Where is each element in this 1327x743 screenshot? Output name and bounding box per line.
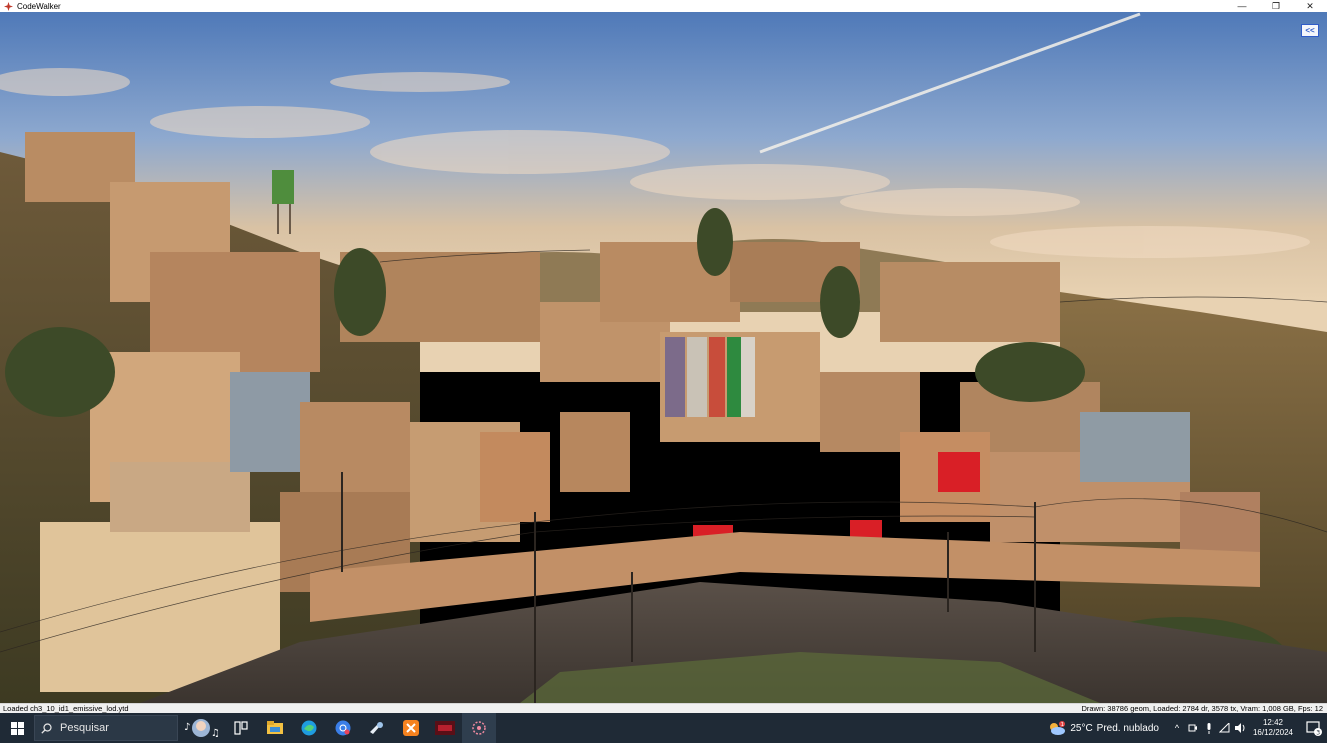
microphone-icon: [1207, 722, 1211, 734]
minimize-button[interactable]: —: [1225, 0, 1259, 12]
weather-badge: 1: [1061, 722, 1064, 728]
clock-time: 12:42: [1262, 718, 1283, 727]
codewalker-icon: [4, 1, 13, 11]
status-loaded-text: Loaded ch3_10_id1_emissive_lod.ytd: [3, 704, 129, 713]
clock[interactable]: 12:42 16/12/2024: [1253, 718, 1293, 738]
xampp-icon: [403, 720, 419, 736]
steam-button[interactable]: [360, 713, 394, 743]
task-view-icon: [234, 721, 248, 735]
file-explorer-button[interactable]: [258, 713, 292, 743]
camera-icon: [1188, 724, 1197, 732]
weather-description: Pred. nublado: [1096, 722, 1159, 734]
codewalker-taskbar-button[interactable]: [462, 713, 496, 743]
network-icon: [1219, 723, 1230, 733]
game-app-button[interactable]: [428, 713, 462, 743]
render-viewport[interactable]: <<: [0, 12, 1327, 703]
clock-date: 16/12/2024: [1252, 728, 1293, 737]
network-button[interactable]: [1217, 723, 1233, 733]
notification-center-button[interactable]: 3: [1301, 713, 1327, 743]
search-icon: [41, 722, 52, 734]
window-title: CodeWalker: [17, 1, 61, 11]
steam-icon: [370, 722, 383, 734]
title-bar: CodeWalker — ❐ ✕: [0, 0, 1327, 12]
svg-text:♫: ♫: [211, 728, 220, 739]
volume-icon: [1235, 723, 1245, 733]
minimize-icon: —: [1237, 1, 1247, 11]
notification-count: 3: [1316, 729, 1320, 736]
toolbar-collapse-button[interactable]: <<: [1301, 24, 1319, 37]
scene-render: [0, 12, 1327, 703]
codewalker-icon: [472, 721, 486, 735]
task-view-button[interactable]: [224, 713, 258, 743]
close-button[interactable]: ✕: [1293, 0, 1327, 12]
svg-text:♪: ♪: [184, 722, 190, 733]
chrome-icon: [335, 720, 351, 736]
status-bar: Loaded ch3_10_id1_emissive_lod.ytd Drawn…: [0, 703, 1327, 713]
file-explorer-icon: [267, 721, 283, 734]
window-controls: — ❐ ✕: [1225, 0, 1327, 12]
edge-button[interactable]: [292, 713, 326, 743]
windows-icon: [10, 721, 24, 735]
notification-icon: 3: [1306, 721, 1322, 736]
microphone-button[interactable]: [1201, 722, 1217, 734]
chrome-button[interactable]: [326, 713, 360, 743]
system-tray: 1 25°C Pred. nublado ^ 12:42 16/12/2024 …: [1048, 713, 1327, 743]
game-app-icon: [435, 721, 455, 735]
xampp-button[interactable]: [394, 713, 428, 743]
weather-widget[interactable]: 1 25°C Pred. nublado: [1048, 721, 1159, 735]
edge-icon: [301, 720, 317, 736]
search-highlight-image[interactable]: ♪ ♫: [178, 713, 224, 743]
start-button[interactable]: [0, 713, 34, 743]
music-avatar-icon: ♪ ♫: [184, 719, 220, 739]
maximize-icon: ❐: [1271, 0, 1281, 11]
show-hidden-icons-button[interactable]: ^: [1169, 723, 1185, 733]
taskbar: ♪ ♫: [0, 713, 1327, 743]
chevron-up-icon: ^: [1174, 723, 1180, 733]
search-input[interactable]: [58, 721, 162, 735]
maximize-button[interactable]: ❐: [1259, 0, 1293, 12]
meet-now-button[interactable]: [1185, 723, 1201, 733]
weather-temp: 25°C: [1070, 722, 1093, 734]
volume-button[interactable]: [1233, 723, 1249, 733]
weather-cloud-icon: 1: [1050, 721, 1066, 735]
close-icon: ✕: [1306, 0, 1314, 11]
status-stats-text: Drawn: 38786 geom, Loaded: 2784 dr, 3578…: [1081, 704, 1323, 713]
taskbar-search-box[interactable]: [34, 715, 178, 741]
